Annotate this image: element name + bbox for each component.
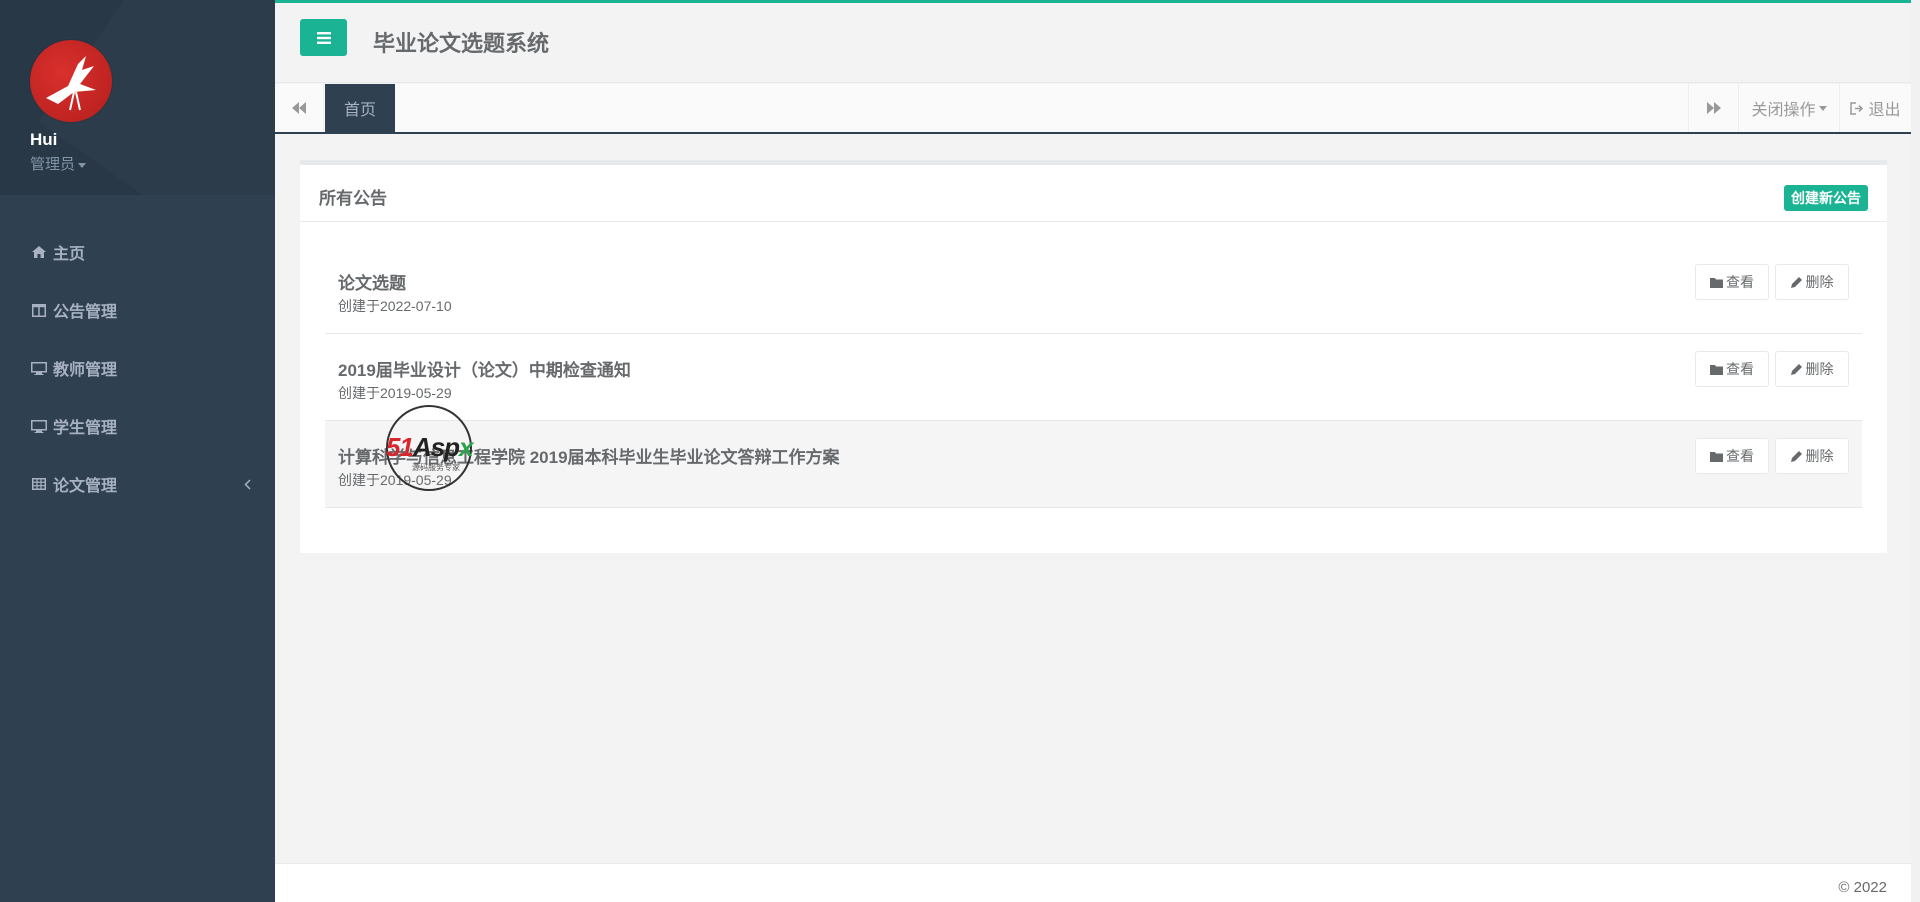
announcement-date: 创建于2019-05-29	[338, 472, 452, 488]
chevron-left-icon	[244, 477, 251, 495]
tab-home[interactable]: 首页	[325, 84, 395, 132]
watermark-part: 51	[386, 432, 414, 462]
list-item: 论文选题 创建于2022-07-10	[325, 247, 1862, 334]
announcement-list: 论文选题 创建于2022-07-10 2019届毕业设计（论文）中期检查通知 创…	[325, 247, 1862, 508]
main-area: 毕业论文选题系统 首页 关闭操作 退出 所有公告 创建新公告 论文选题 创建于2…	[275, 0, 1920, 902]
sidebar-item-home[interactable]: 主页	[0, 223, 275, 281]
forward-icon	[1706, 102, 1721, 114]
delete-label: 删除	[1805, 361, 1834, 377]
view-label: 查看	[1726, 361, 1754, 377]
list-item: 2019届毕业设计（论文）中期检查通知 创建于2019-05-29	[325, 334, 1862, 421]
user-role-label: 管理员	[30, 156, 76, 173]
page-scrollbar[interactable]	[1911, 0, 1920, 902]
announcement-title[interactable]: 2019届毕业设计（论文）中期检查通知	[338, 356, 631, 381]
tab-scroll-left-button[interactable]	[275, 84, 324, 132]
caret-down-icon	[78, 162, 87, 168]
sidebar-item-theses[interactable]: 论文管理	[0, 455, 275, 513]
profile-panel: Hui 管理员	[0, 0, 275, 195]
home-icon	[31, 244, 47, 260]
user-role-dropdown[interactable]: 管理员	[30, 153, 275, 174]
menu-toggle-button[interactable]	[300, 19, 347, 56]
announcement-date: 创建于2022-07-10	[338, 298, 452, 314]
watermark-subtitle: 源码服务专家	[412, 463, 460, 472]
user-name: Hui	[30, 130, 58, 149]
announcement-date: 创建于2019-05-29	[338, 385, 452, 401]
close-operations-dropdown[interactable]: 关闭操作	[1738, 84, 1839, 132]
watermark-part: x	[459, 432, 474, 462]
copyright: © 2022	[1838, 879, 1887, 896]
delete-button[interactable]: 删除	[1775, 351, 1849, 387]
delete-button[interactable]: 删除	[1775, 264, 1849, 300]
sign-out-icon	[1850, 101, 1864, 115]
pencil-icon	[1790, 364, 1802, 375]
sidebar-item-announcements[interactable]: 公告管理	[0, 281, 275, 339]
bars-icon	[316, 31, 331, 44]
panel-header: 所有公告 创建新公告	[300, 165, 1887, 222]
watermark-part: Asp	[412, 432, 460, 462]
delete-label: 删除	[1805, 274, 1834, 290]
pencil-icon	[1790, 451, 1802, 462]
view-button[interactable]: 查看	[1695, 351, 1769, 387]
sidebar-item-label: 学生管理	[53, 420, 118, 437]
tabs-bar: 首页 关闭操作 退出	[275, 84, 1920, 134]
sidebar-item-teachers[interactable]: 教师管理	[0, 339, 275, 397]
view-button[interactable]: 查看	[1695, 438, 1769, 474]
crane-logo-icon	[46, 56, 96, 111]
sidebar-item-label: 公告管理	[53, 304, 118, 321]
folder-icon	[1710, 364, 1723, 375]
tab-scroll-right-button[interactable]	[1688, 84, 1738, 132]
delete-label: 删除	[1805, 448, 1834, 464]
footer: © 2022	[275, 863, 1920, 902]
caret-down-icon	[1818, 105, 1827, 111]
delete-button[interactable]: 删除	[1775, 438, 1849, 474]
panel-title: 所有公告	[319, 189, 387, 208]
logout-button[interactable]: 退出	[1839, 84, 1911, 132]
logout-label: 退出	[1868, 102, 1901, 119]
view-button[interactable]: 查看	[1695, 264, 1769, 300]
announcements-panel: 所有公告 创建新公告 论文选题 创建于2022-07-10 2019届毕业设计（…	[300, 160, 1887, 553]
list-item: 计算科学与信息工程学院 2019届本科毕业生毕业论文答辩工作方案 创建于2019…	[325, 421, 1862, 508]
view-label: 查看	[1726, 448, 1754, 464]
view-label: 查看	[1726, 274, 1754, 290]
close-operations-label: 关闭操作	[1751, 102, 1816, 119]
folder-icon	[1710, 277, 1723, 288]
sidebar-nav: 主页 公告管理 教师管理 学生管理 论文管理	[0, 223, 275, 513]
sidebar-item-label: 论文管理	[53, 478, 118, 495]
pencil-icon	[1790, 277, 1802, 288]
folder-icon	[1710, 451, 1723, 462]
desktop-icon	[31, 360, 47, 376]
sidebar: Hui 管理员 主页 公告管理 教师管理 学生管理 论文管理	[0, 0, 275, 902]
watermark-text: 51Aspx	[386, 432, 536, 463]
announcement-title[interactable]: 论文选题	[338, 269, 406, 294]
sidebar-item-label: 教师管理	[53, 362, 118, 379]
sidebar-item-label: 主页	[53, 246, 86, 263]
backward-icon	[292, 102, 306, 114]
sidebar-item-students[interactable]: 学生管理	[0, 397, 275, 455]
desktop-icon	[31, 418, 47, 434]
table-icon	[31, 476, 47, 492]
columns-icon	[31, 302, 47, 318]
avatar[interactable]	[30, 40, 112, 122]
header-bar: 毕业论文选题系统	[275, 3, 1920, 83]
system-title: 毕业论文选题系统	[373, 31, 550, 56]
create-announcement-button[interactable]: 创建新公告	[1784, 185, 1868, 211]
